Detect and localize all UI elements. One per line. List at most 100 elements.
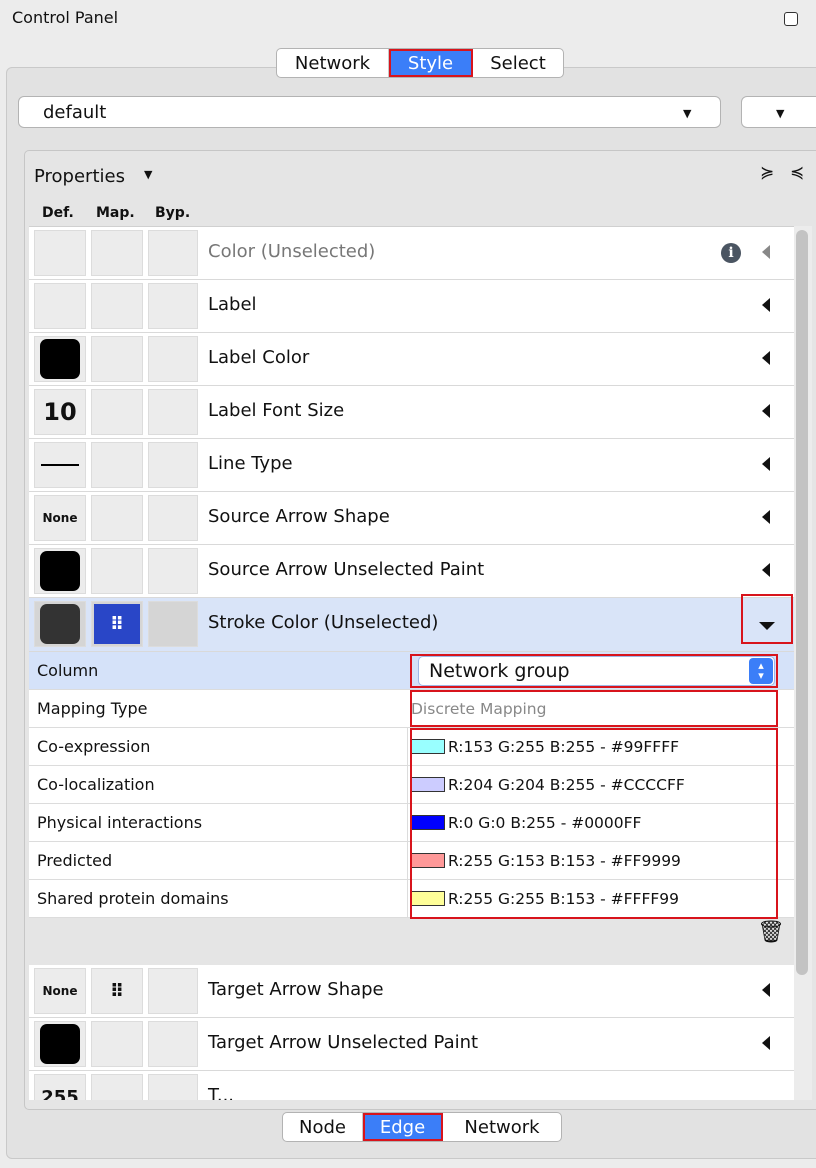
property-row[interactable]: None ⠿ Target Arrow Shape <box>29 965 794 1018</box>
maximize-icon[interactable] <box>784 12 798 26</box>
column-header-def: Def. <box>42 205 74 221</box>
color-swatch <box>40 339 80 379</box>
scrollbar-thumb[interactable] <box>796 230 808 975</box>
default-value-cell[interactable] <box>34 336 86 382</box>
tab-edge[interactable]: Edge <box>363 1113 443 1141</box>
property-label: T... <box>208 1085 235 1100</box>
default-value-cell[interactable]: None <box>34 495 86 541</box>
mapping-key: Physical interactions <box>37 813 203 832</box>
bypass-cell[interactable] <box>148 1074 198 1100</box>
mapping-cell[interactable] <box>91 495 143 541</box>
collapse-arrow-icon[interactable] <box>759 622 775 630</box>
property-row[interactable]: 255 T... <box>29 1071 794 1100</box>
tab-node[interactable]: Node <box>283 1113 363 1141</box>
mapping-cell[interactable] <box>91 389 143 435</box>
mapping-cell[interactable] <box>91 336 143 382</box>
info-icon[interactable]: i <box>721 243 741 263</box>
property-label: Color (Unselected) <box>208 241 376 262</box>
bypass-cell[interactable] <box>148 336 198 382</box>
expand-arrow-icon[interactable] <box>762 404 770 418</box>
highlight-box <box>410 728 778 919</box>
chevron-down-icon[interactable]: ▼ <box>144 168 152 181</box>
line-type-swatch <box>41 464 79 466</box>
default-value-cell[interactable] <box>34 548 86 594</box>
tab-network[interactable]: Network <box>443 1113 561 1141</box>
property-label: Source Arrow Shape <box>208 506 390 527</box>
column-divider <box>407 766 408 803</box>
expand-arrow-icon[interactable] <box>762 1036 770 1050</box>
mapping-cell[interactable] <box>91 442 143 488</box>
default-value-cell[interactable]: 10 <box>34 389 86 435</box>
mapping-cell[interactable]: ⠿ <box>91 601 143 647</box>
expand-arrow-icon[interactable] <box>762 298 770 312</box>
mapping-type-label: Mapping Type <box>37 699 148 718</box>
property-label: Label Font Size <box>208 400 345 421</box>
more-options-icon[interactable]: ⋮ <box>810 6 816 25</box>
bypass-cell[interactable] <box>148 601 198 647</box>
collapse-all-icon[interactable]: ≽ <box>760 163 774 183</box>
property-row[interactable]: Target Arrow Unselected Paint <box>29 1018 794 1071</box>
mapping-key: Co-expression <box>37 737 151 756</box>
default-value-cell[interactable] <box>34 601 86 647</box>
discrete-mapping-icon: ⠿ <box>94 604 140 644</box>
default-value-cell[interactable]: 255 <box>34 1074 86 1100</box>
bypass-cell[interactable] <box>148 968 198 1014</box>
column-label: Column <box>37 661 99 680</box>
default-value-cell[interactable] <box>34 442 86 488</box>
column-divider <box>407 880 408 917</box>
chevron-down-icon: ▼ <box>683 107 692 120</box>
window-title: Control Panel <box>12 8 119 27</box>
property-row[interactable]: Line Type <box>29 439 794 492</box>
bypass-cell[interactable] <box>148 548 198 594</box>
bypass-cell[interactable] <box>148 495 198 541</box>
bypass-cell[interactable] <box>148 230 198 276</box>
expand-arrow-icon[interactable] <box>762 563 770 577</box>
properties-menu[interactable]: Properties <box>34 166 125 187</box>
property-label: Label <box>208 294 257 315</box>
expand-all-icon[interactable]: ≼ <box>790 163 804 183</box>
property-row-selected[interactable]: ⠿ Stroke Color (Unselected) <box>29 594 794 652</box>
style-selector[interactable]: default ▼ <box>18 96 721 128</box>
color-swatch <box>40 551 80 591</box>
property-list: Color (Unselected) i Label Label Color 1… <box>29 226 794 1100</box>
mapping-cell[interactable] <box>91 1074 143 1100</box>
mapping-cell[interactable]: ⠿ <box>91 968 143 1014</box>
expand-arrow-icon[interactable] <box>762 351 770 365</box>
bypass-cell[interactable] <box>148 1021 198 1067</box>
bypass-cell[interactable] <box>148 442 198 488</box>
expand-arrow-icon[interactable] <box>762 983 770 997</box>
property-row[interactable]: None Source Arrow Shape <box>29 492 794 545</box>
default-value: 255 <box>41 1086 79 1101</box>
default-value-cell[interactable] <box>34 283 86 329</box>
property-row[interactable]: Label <box>29 280 794 333</box>
mapping-key: Co-localization <box>37 775 155 794</box>
mapping-cell[interactable] <box>91 1021 143 1067</box>
top-tab-bar: Network Style Select <box>276 48 564 78</box>
color-swatch <box>40 1024 80 1064</box>
expand-arrow-icon[interactable] <box>762 510 770 524</box>
tab-network[interactable]: Network <box>277 49 389 77</box>
style-options-dropdown[interactable]: ▼ <box>741 96 816 128</box>
column-header-map: Map. <box>96 205 135 221</box>
default-value-cell[interactable] <box>34 230 86 276</box>
property-label: Target Arrow Unselected Paint <box>208 1032 479 1053</box>
mapping-cell[interactable] <box>91 230 143 276</box>
property-row[interactable]: Label Color <box>29 333 794 386</box>
tab-select[interactable]: Select <box>473 49 563 77</box>
tab-style[interactable]: Style <box>389 49 473 77</box>
mapping-key: Predicted <box>37 851 113 870</box>
property-row[interactable]: Source Arrow Unselected Paint <box>29 545 794 598</box>
trash-icon[interactable]: 🗑 <box>757 920 785 945</box>
bypass-cell[interactable] <box>148 283 198 329</box>
bypass-cell[interactable] <box>148 389 198 435</box>
expand-arrow-icon[interactable] <box>762 457 770 471</box>
property-row[interactable]: 10 Label Font Size <box>29 386 794 439</box>
property-label: Target Arrow Shape <box>208 979 384 1000</box>
expand-arrow-icon[interactable] <box>762 245 770 259</box>
mapping-cell[interactable] <box>91 548 143 594</box>
property-row[interactable]: Color (Unselected) i <box>29 227 794 280</box>
mapping-cell[interactable] <box>91 283 143 329</box>
style-selector-value: default <box>43 101 107 123</box>
default-value-cell[interactable]: None <box>34 968 86 1014</box>
default-value-cell[interactable] <box>34 1021 86 1067</box>
